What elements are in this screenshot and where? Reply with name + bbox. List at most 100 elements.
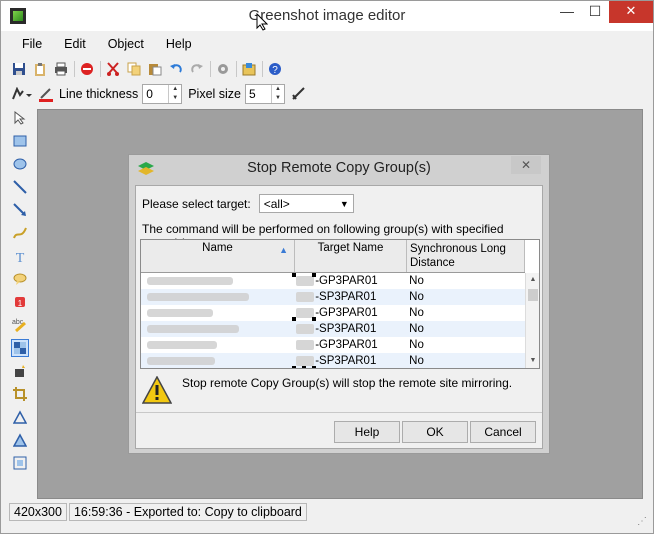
cursor-tool-icon[interactable] — [11, 109, 29, 127]
cut-icon[interactable] — [105, 61, 121, 77]
pixel-size-stepper[interactable]: 5 ▲ ▼ — [245, 84, 286, 104]
rotate-left-tool-icon[interactable] — [11, 408, 29, 426]
warning-text: Stop remote Copy Group(s) will stop the … — [182, 376, 513, 390]
target-selector-row: Please select target: <all> ▼ — [142, 194, 354, 213]
line-thickness-stepper[interactable]: 0 ▲ ▼ — [142, 84, 183, 104]
clipboard-icon[interactable] — [32, 61, 48, 77]
confirm-pen-icon[interactable] — [291, 86, 307, 102]
name-cell-redacted — [141, 337, 292, 353]
crop-tool-icon[interactable] — [11, 385, 29, 403]
text-tool-icon[interactable]: T — [11, 247, 29, 265]
groups-table[interactable]: Name ▲ Target Name Synchronous Long Dist… — [140, 239, 540, 369]
ellipse-tool-icon[interactable] — [11, 155, 29, 173]
target-label: Please select target: — [142, 196, 251, 211]
scroll-down-icon[interactable]: ▼ — [526, 354, 539, 368]
table-header: Name ▲ Target Name Synchronous Long Dist… — [141, 240, 525, 273]
scroll-up-icon[interactable]: ▲ — [526, 273, 539, 287]
property-toolbar: Line thickness 0 ▲ ▼ Pixel size 5 ▲ ▼ — [11, 83, 312, 105]
svg-text:1: 1 — [18, 299, 23, 308]
paste-icon[interactable] — [147, 61, 163, 77]
help-icon[interactable]: ? — [267, 61, 283, 77]
save-icon[interactable] — [11, 61, 27, 77]
mouse-cursor-icon — [256, 12, 269, 34]
column-header-sync[interactable]: Synchronous Long Distance — [407, 240, 525, 272]
name-cell-redacted — [141, 273, 292, 289]
dialog-title: Stop Remote Copy Group(s) — [247, 160, 431, 176]
copy-icon[interactable] — [126, 61, 142, 77]
name-cell-redacted — [141, 305, 292, 321]
warning-row: Stop remote Copy Group(s) will stop the … — [141, 375, 536, 404]
column-header-name[interactable]: Name ▲ — [141, 240, 295, 272]
redo-icon[interactable] — [189, 61, 205, 77]
settings-icon[interactable] — [215, 61, 231, 77]
table-row[interactable]: -GP3PAR01 No — [141, 337, 525, 353]
export-icon[interactable] — [241, 61, 257, 77]
undo-icon[interactable] — [168, 61, 184, 77]
table-row[interactable]: -SP3PAR01 No — [141, 289, 525, 305]
target-cell: -SP3PAR01 — [292, 321, 405, 337]
menu-file[interactable]: File — [11, 35, 53, 53]
minimize-button[interactable]: — — [553, 1, 581, 23]
maximize-button[interactable]: ☐ — [581, 1, 609, 23]
stepper-arrows[interactable]: ▲ ▼ — [271, 85, 284, 103]
resize-grip-icon[interactable]: ⋰ — [637, 516, 647, 527]
title-bar: Greenshot image editor — ☐ ✕ — [1, 1, 653, 31]
speech-bubble-tool-icon[interactable] — [11, 270, 29, 288]
name-cell-redacted — [141, 353, 292, 368]
tools-sidebar: T 1 abc — [9, 109, 31, 477]
svg-text:T: T — [16, 251, 25, 263]
dialog-divider — [136, 412, 542, 413]
toolbar-separator — [74, 61, 75, 77]
table-scrollbar[interactable]: ▲ ▼ — [525, 273, 539, 368]
help-button[interactable]: Help — [334, 421, 400, 443]
print-icon[interactable] — [53, 61, 69, 77]
column-header-target[interactable]: Target Name — [295, 240, 407, 272]
table-row[interactable]: -GP3PAR01 No — [141, 273, 525, 289]
status-image-size: 420x300 — [9, 503, 67, 521]
line-color-dropdown-icon[interactable] — [11, 86, 33, 102]
sync-cell: No — [409, 355, 424, 367]
stop-remote-copy-dialog[interactable]: Stop Remote Copy Group(s) ✕ Please selec… — [128, 154, 550, 454]
table-row[interactable]: -SP3PAR01 No — [141, 321, 525, 337]
table-row[interactable]: -GP3PAR01 No — [141, 305, 525, 321]
ok-button[interactable]: OK — [402, 421, 468, 443]
sort-ascending-icon: ▲ — [279, 245, 288, 255]
menu-object[interactable]: Object — [97, 35, 155, 53]
scroll-thumb[interactable] — [528, 289, 538, 301]
target-select[interactable]: <all> ▼ — [258, 194, 354, 213]
dialog-close-button[interactable]: ✕ — [511, 156, 541, 174]
table-row[interactable]: -SP3PAR01 No — [141, 353, 525, 368]
line-tool-icon[interactable] — [11, 178, 29, 196]
target-cell: -GP3PAR01 — [292, 305, 405, 321]
freehand-tool-icon[interactable] — [11, 224, 29, 242]
arrow-tool-icon[interactable] — [11, 201, 29, 219]
toolbar-separator — [236, 61, 237, 77]
pixel-size-value[interactable]: 5 — [246, 87, 271, 101]
line-thickness-label: Line thickness — [59, 87, 139, 101]
name-cell-redacted — [141, 289, 292, 305]
line-thickness-value[interactable]: 0 — [143, 87, 168, 101]
magic-tool-icon[interactable] — [11, 362, 29, 380]
warning-icon — [141, 375, 173, 404]
menu-edit[interactable]: Edit — [53, 35, 97, 53]
target-select-value: <all> — [263, 196, 290, 211]
sync-cell: No — [409, 307, 424, 319]
step-label-tool-icon[interactable]: 1 — [11, 293, 29, 311]
editor-window: Greenshot image editor — ☐ ✕ File Edit O… — [0, 0, 654, 534]
stepper-arrows[interactable]: ▲ ▼ — [168, 85, 181, 103]
close-button[interactable]: ✕ — [609, 1, 653, 23]
cancel-button[interactable]: Cancel — [470, 421, 536, 443]
rotate-right-tool-icon[interactable] — [11, 431, 29, 449]
toolbar-separator — [262, 61, 263, 77]
rectangle-tool-icon[interactable] — [11, 132, 29, 150]
resize-tool-icon[interactable] — [11, 454, 29, 472]
menu-bar: File Edit Object Help — [11, 35, 203, 53]
target-cell: -GP3PAR01 — [292, 337, 405, 353]
highlight-tool-icon[interactable]: abc — [11, 316, 29, 334]
obfuscate-tool-icon[interactable] — [11, 339, 29, 357]
close-image-icon[interactable] — [79, 61, 95, 77]
target-cell: -GP3PAR01 — [292, 273, 405, 289]
sync-cell: No — [409, 323, 424, 335]
menu-help[interactable]: Help — [155, 35, 203, 53]
pen-color-icon[interactable] — [38, 86, 54, 102]
